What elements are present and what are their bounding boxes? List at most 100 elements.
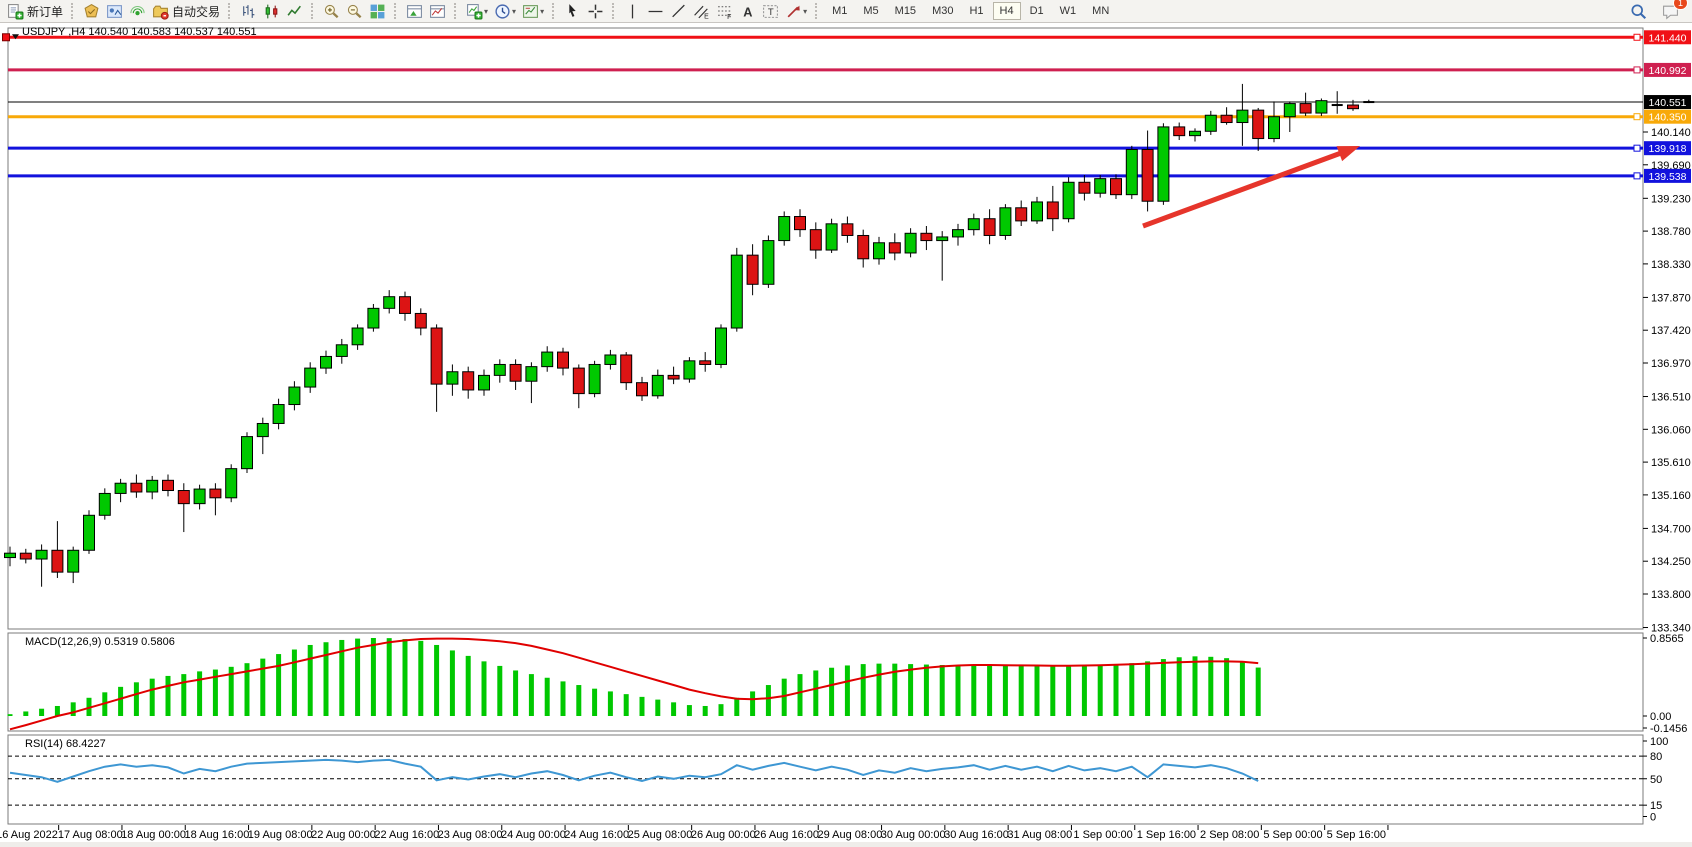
chevron-down-icon: ▾ bbox=[512, 7, 516, 16]
template-button[interactable]: ▾ bbox=[520, 1, 546, 21]
zoom-in-button[interactable] bbox=[321, 1, 342, 21]
indicator-window-button[interactable] bbox=[404, 1, 425, 21]
text-button[interactable]: A bbox=[737, 1, 758, 21]
svg-text:30 Aug 00:00: 30 Aug 00:00 bbox=[881, 829, 946, 841]
toolbar-separator bbox=[815, 3, 819, 19]
svg-text:136.510: 136.510 bbox=[1651, 392, 1691, 404]
svg-text:24 Aug 16:00: 24 Aug 16:00 bbox=[564, 829, 629, 841]
svg-text:5 Sep 16:00: 5 Sep 16:00 bbox=[1327, 829, 1386, 841]
rsi-scale: 1008050150 bbox=[1643, 736, 1668, 824]
trendline-button[interactable] bbox=[668, 1, 689, 21]
svg-text:134.250: 134.250 bbox=[1651, 556, 1691, 568]
svg-text:50: 50 bbox=[1650, 774, 1662, 786]
chat-button[interactable]: 1 bbox=[1660, 1, 1681, 21]
svg-text:136.970: 136.970 bbox=[1651, 358, 1691, 370]
add-indicator-icon bbox=[466, 3, 483, 20]
period-button[interactable]: ▾ bbox=[492, 1, 518, 21]
arrows-button[interactable]: ▾ bbox=[783, 1, 809, 21]
timeframe-m5[interactable]: M5 bbox=[856, 2, 885, 20]
channel-icon: E bbox=[693, 3, 710, 20]
toolbar-button-label: 新订单 bbox=[27, 3, 63, 20]
price-axis[interactable]: 140.140139.690139.230138.780138.330137.8… bbox=[1643, 127, 1691, 635]
svg-text:137.420: 137.420 bbox=[1651, 325, 1691, 337]
svg-text:2 Sep 08:00: 2 Sep 08:00 bbox=[1200, 829, 1259, 841]
tile-windows-icon bbox=[369, 3, 386, 20]
fibonacci-button[interactable]: F bbox=[714, 1, 735, 21]
toolbar: 新订单自动交易▾▾▾EFAT▾M1M5M15M30H1H4D1W1MN1 bbox=[0, 0, 1692, 23]
crosshair-button[interactable] bbox=[585, 1, 606, 21]
timeframe-h1[interactable]: H1 bbox=[962, 2, 990, 20]
chart-canvas[interactable]: 140.140139.690139.230138.780138.330137.8… bbox=[0, 0, 1692, 847]
signal-button[interactable] bbox=[127, 1, 148, 21]
market-button[interactable] bbox=[81, 1, 102, 21]
horizontal-line-icon bbox=[647, 3, 664, 20]
time-axis[interactable]: 16 Aug 202217 Aug 08:0018 Aug 00:0018 Au… bbox=[0, 825, 1388, 841]
svg-text:1 Sep 00:00: 1 Sep 00:00 bbox=[1073, 829, 1132, 841]
svg-text:A: A bbox=[743, 4, 752, 19]
toolbar-separator bbox=[228, 3, 232, 19]
candlestick-chart-button[interactable] bbox=[261, 1, 282, 21]
svg-text:140.992: 140.992 bbox=[1649, 65, 1687, 77]
svg-text:138.330: 138.330 bbox=[1651, 259, 1691, 271]
profile-button[interactable] bbox=[104, 1, 125, 21]
autotrade-button[interactable]: 自动交易 bbox=[150, 1, 222, 21]
toolbar-separator bbox=[612, 3, 616, 19]
svg-text:140.350: 140.350 bbox=[1649, 112, 1687, 124]
arrows-icon bbox=[785, 3, 802, 20]
status-strip bbox=[0, 842, 1692, 847]
toolbar-button-label: 自动交易 bbox=[172, 3, 220, 20]
macd-panel[interactable] bbox=[8, 633, 1643, 731]
svg-text:5 Sep 00:00: 5 Sep 00:00 bbox=[1263, 829, 1322, 841]
search-button[interactable] bbox=[1628, 1, 1649, 21]
autotrade-icon bbox=[152, 3, 169, 20]
line-chart-button[interactable] bbox=[284, 1, 305, 21]
period-icon bbox=[494, 3, 511, 20]
svg-text:22 Aug 16:00: 22 Aug 16:00 bbox=[374, 829, 439, 841]
timeframe-h4[interactable]: H4 bbox=[993, 2, 1021, 20]
cursor-button[interactable] bbox=[562, 1, 583, 21]
cycle-window-icon bbox=[429, 3, 446, 20]
chevron-down-icon: ▾ bbox=[484, 7, 488, 16]
timeframe-w1[interactable]: W1 bbox=[1053, 2, 1084, 20]
toolbar-separator bbox=[311, 3, 315, 19]
profile-icon bbox=[106, 3, 123, 20]
zoom-out-button[interactable] bbox=[344, 1, 365, 21]
add-indicator-button[interactable]: ▾ bbox=[464, 1, 490, 21]
svg-text:26 Aug 00:00: 26 Aug 00:00 bbox=[691, 829, 756, 841]
crosshair-icon bbox=[587, 3, 604, 20]
svg-text:0.00: 0.00 bbox=[1650, 711, 1671, 723]
new-order-button[interactable]: 新订单 bbox=[5, 1, 65, 21]
candlestick-chart-icon bbox=[263, 3, 280, 20]
timeframe-m15[interactable]: M15 bbox=[888, 2, 923, 20]
vertical-line-button[interactable] bbox=[622, 1, 643, 21]
svg-text:31 Aug 08:00: 31 Aug 08:00 bbox=[1007, 829, 1072, 841]
zoom-in-icon bbox=[323, 3, 340, 20]
timeframe-m30[interactable]: M30 bbox=[925, 2, 960, 20]
svg-text:139.918: 139.918 bbox=[1649, 143, 1687, 155]
template-icon bbox=[522, 3, 539, 20]
timeframe-mn[interactable]: MN bbox=[1085, 2, 1116, 20]
svg-text:135.610: 135.610 bbox=[1651, 457, 1691, 469]
svg-text:15: 15 bbox=[1650, 800, 1662, 812]
tile-windows-button[interactable] bbox=[367, 1, 388, 21]
fibonacci-icon: F bbox=[716, 3, 733, 20]
cycle-window-button[interactable] bbox=[427, 1, 448, 21]
svg-text:18 Aug 16:00: 18 Aug 16:00 bbox=[184, 829, 249, 841]
svg-text:140.551: 140.551 bbox=[1649, 97, 1687, 109]
channel-button[interactable]: E bbox=[691, 1, 712, 21]
timeframe-m1[interactable]: M1 bbox=[825, 2, 854, 20]
chart-title: USDJPY ,H4 140.540 140.583 140.537 140.5… bbox=[22, 26, 257, 38]
bar-chart-button[interactable] bbox=[238, 1, 259, 21]
indicator-window-icon bbox=[406, 3, 423, 20]
line-anchor-marker[interactable] bbox=[3, 34, 10, 41]
svg-text:80: 80 bbox=[1650, 751, 1662, 763]
text-label-icon: T bbox=[762, 3, 779, 20]
svg-text:18 Aug 00:00: 18 Aug 00:00 bbox=[121, 829, 186, 841]
notification-badge: 1 bbox=[1673, 0, 1688, 10]
timeframe-d1[interactable]: D1 bbox=[1023, 2, 1051, 20]
rsi-panel[interactable] bbox=[8, 735, 1643, 824]
svg-text:16 Aug 2022: 16 Aug 2022 bbox=[0, 829, 58, 841]
toolbar-separator bbox=[71, 3, 75, 19]
horizontal-line-button[interactable] bbox=[645, 1, 666, 21]
text-label-button[interactable]: T bbox=[760, 1, 781, 21]
